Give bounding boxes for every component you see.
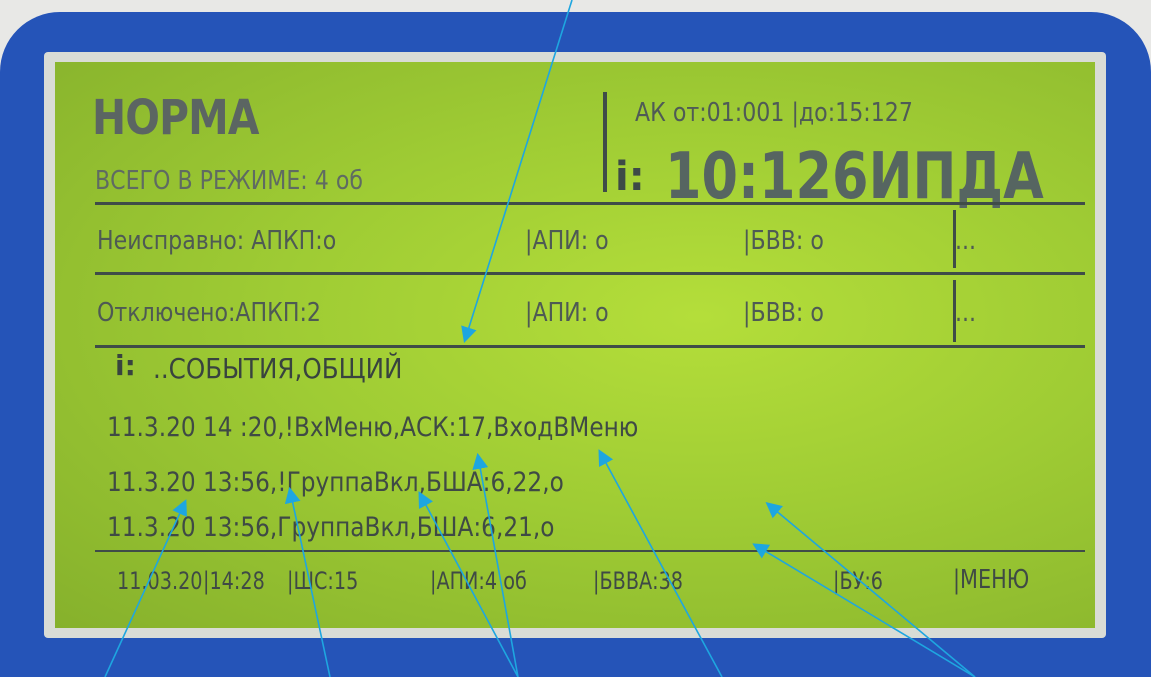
divider: [953, 210, 956, 268]
footer-shs: |ШС:15: [287, 567, 359, 595]
divider: [95, 202, 1085, 205]
footer-bbva: |БВВА:38: [593, 567, 684, 595]
disabled-bvv: |БВВ: о: [743, 298, 824, 328]
disabled-more[interactable]: ...: [955, 298, 976, 328]
footer-api: |АПИ:4 об: [430, 567, 527, 595]
info-icon: i:: [115, 349, 136, 382]
footer-bu: |БУ:6: [833, 567, 884, 595]
divider: [95, 345, 1085, 348]
faulty-bvv: |БВВ: о: [743, 226, 824, 256]
event-item[interactable]: 11.3.20 13:56,!ГруппаВкл,БША:6,22,о: [107, 467, 564, 498]
event-item[interactable]: 11.3.20 13:56,ГруппаВкл,БША:6,21,о: [107, 512, 554, 543]
disabled-label: Отключено:АПКП:2: [97, 298, 321, 328]
address-range: АК от:01:001 |до:15:127: [635, 98, 913, 128]
events-title: ..СОБЫТИЯ,ОБЩИЙ: [153, 352, 403, 385]
faulty-api: |АПИ: о: [525, 226, 609, 256]
menu-button[interactable]: |МЕНЮ: [953, 565, 1029, 595]
header-divider: [603, 92, 607, 192]
divider: [953, 280, 956, 342]
faulty-label: Неисправно: АПКП:о: [97, 226, 337, 256]
total-in-mode: ВСЕГО В РЕЖИМЕ: 4 об: [95, 166, 364, 196]
divider: [95, 550, 1085, 552]
divider: [95, 272, 1085, 275]
disabled-api: |АПИ: о: [525, 298, 609, 328]
info-icon: i:: [615, 154, 645, 200]
footer-time: |14:28: [203, 567, 265, 595]
status-text: НОРМА: [92, 90, 260, 146]
event-item[interactable]: 11.3.20 14 :20,!ВхМеню,АСК:17,ВходВМеню: [107, 412, 638, 443]
footer-date: 11.03.20: [117, 567, 203, 595]
faulty-more[interactable]: ...: [955, 226, 976, 256]
lcd-display: НОРМА ВСЕГО В РЕЖИМЕ: 4 об АК от:01:001 …: [55, 62, 1095, 628]
